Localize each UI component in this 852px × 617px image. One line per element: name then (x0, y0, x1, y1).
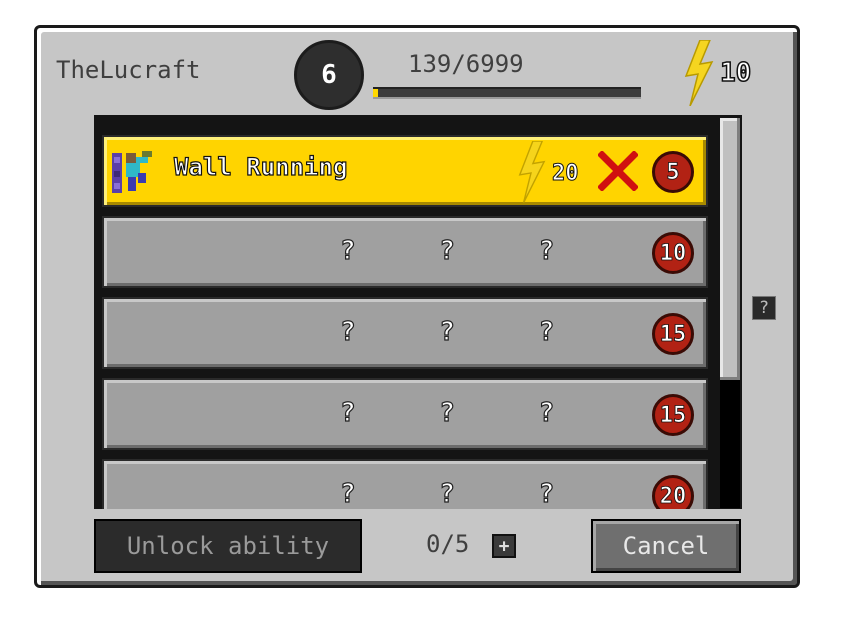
help-button[interactable]: ? (752, 296, 776, 320)
ability-row-locked[interactable]: ? ? ? 15 (102, 297, 708, 369)
required-level: 15 (659, 402, 687, 428)
ability-list: Wall Running 20 5 ? ? ? 10 ? ? ? 15 ? ? … (94, 115, 742, 509)
ability-name-hidden: ? ? ? (339, 316, 589, 347)
ability-name-hidden: ? ? ? (339, 235, 589, 266)
ability-name-hidden: ? ? ? (339, 397, 589, 428)
help-icon: ? (758, 298, 770, 318)
required-level: 10 (659, 240, 687, 266)
required-level: 15 (659, 321, 687, 347)
ability-row-locked[interactable]: ? ? ? 20 (102, 459, 708, 509)
required-level-badge: 15 (652, 313, 694, 355)
ability-row-wall-running[interactable]: Wall Running 20 5 (102, 135, 708, 207)
lightning-icon (684, 40, 714, 106)
skill-points: 10 (719, 57, 752, 89)
required-level-badge: 10 (652, 232, 694, 274)
lightning-icon (518, 141, 546, 203)
required-level-badge: 15 (652, 394, 694, 436)
player-name: TheLucraft (56, 56, 201, 84)
scrollbar-thumb[interactable] (720, 118, 740, 380)
ability-cost: 20 (552, 161, 579, 187)
ability-name: Wall Running (173, 152, 348, 181)
required-level-badge: 5 (652, 151, 694, 193)
close-icon[interactable] (598, 151, 638, 191)
wall-running-icon (112, 151, 152, 193)
level-value: 6 (321, 60, 337, 90)
required-level: 20 (659, 483, 687, 509)
xp-bar-fill (373, 89, 379, 97)
xp-text: 139/6999 (408, 50, 524, 78)
ability-row-locked[interactable]: ? ? ? 10 (102, 216, 708, 288)
required-level: 5 (666, 159, 680, 185)
plus-button[interactable]: + (492, 534, 516, 558)
cancel-button[interactable]: Cancel (591, 519, 741, 573)
unlock-counter: 0/5 (426, 530, 470, 558)
ability-name-hidden: ? ? ? (339, 478, 589, 509)
xp-bar (373, 87, 641, 99)
level-badge: 6 (294, 40, 364, 110)
unlock-ability-button[interactable]: Unlock ability (94, 519, 362, 573)
required-level-badge: 20 (652, 475, 694, 509)
ability-row-locked[interactable]: ? ? ? 15 (102, 378, 708, 450)
